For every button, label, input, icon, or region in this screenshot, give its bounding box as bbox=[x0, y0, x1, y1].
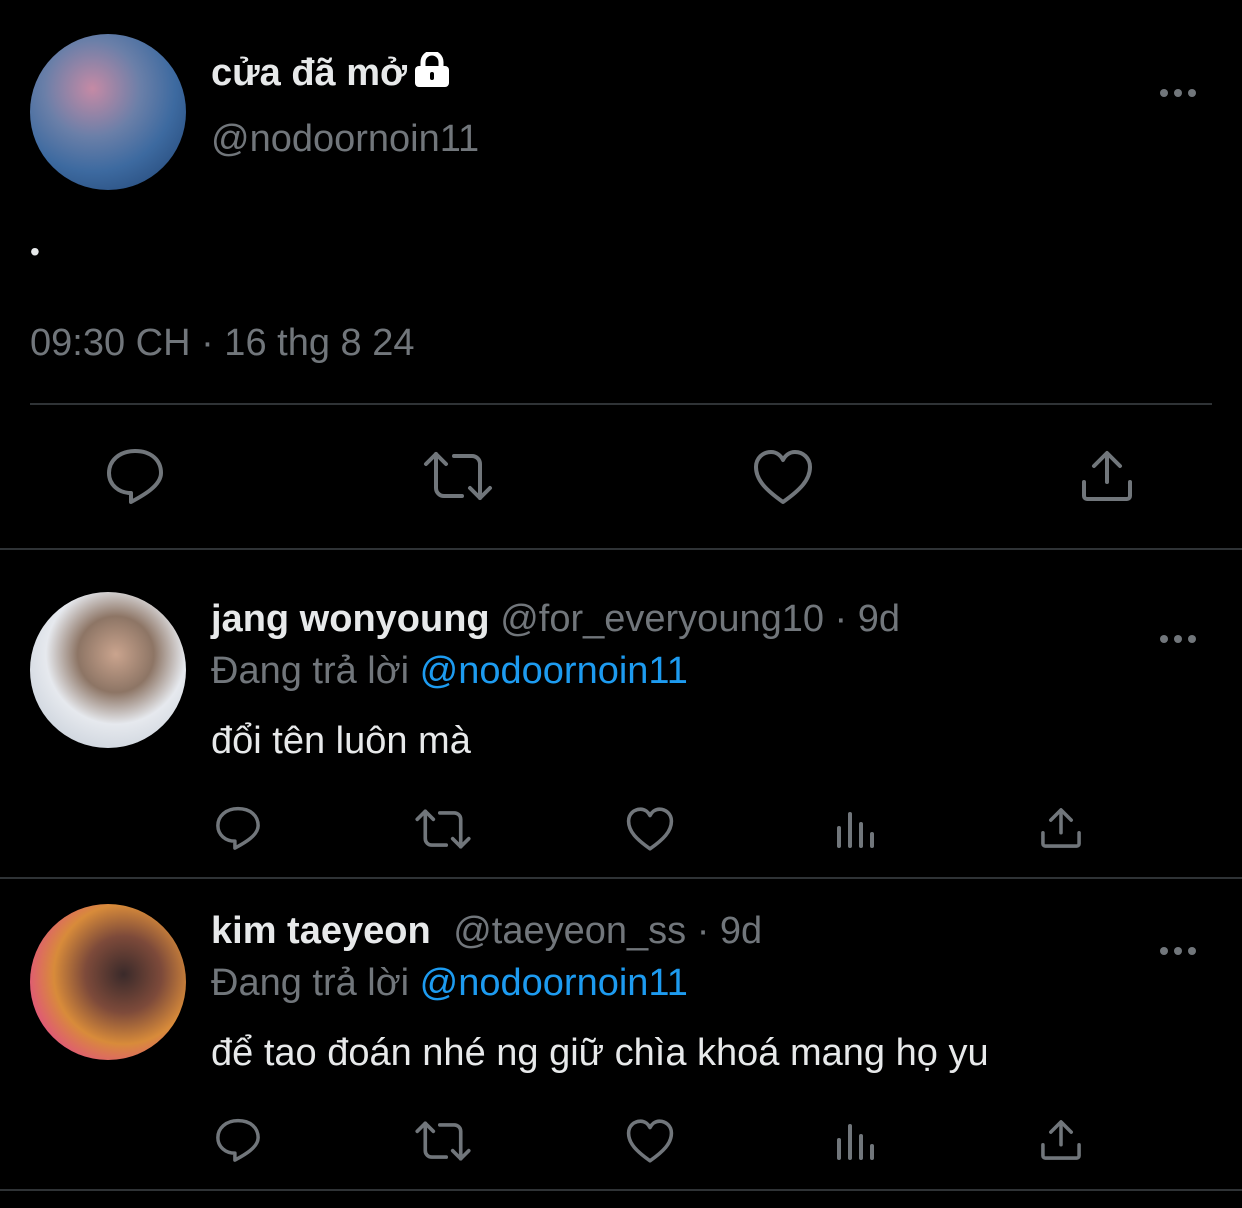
replying-to-mention[interactable]: @nodoornoin11 bbox=[420, 962, 688, 1004]
reply-display-name[interactable]: kim taeyeon bbox=[211, 910, 431, 952]
share-icon[interactable] bbox=[1038, 806, 1084, 850]
reply-header: kim taeyeon @taeyeon_ss · 9d bbox=[211, 910, 762, 953]
avatar[interactable] bbox=[30, 34, 186, 190]
reply-text: để tao đoán nhé ng giữ chìa khoá mang họ… bbox=[211, 1032, 989, 1074]
author-name-row[interactable]: cửa đã mở bbox=[211, 50, 451, 98]
reply-display-name[interactable]: jang wonyoung bbox=[211, 598, 490, 640]
divider bbox=[0, 877, 1242, 879]
like-icon[interactable] bbox=[752, 448, 814, 506]
retweet-icon[interactable] bbox=[422, 448, 494, 504]
divider bbox=[0, 1189, 1242, 1191]
more-options-icon[interactable] bbox=[1158, 66, 1198, 106]
author-handle[interactable]: @nodoornoin11 bbox=[211, 118, 479, 161]
replying-to-label: Đang trả lời bbox=[211, 962, 420, 1004]
views-icon[interactable] bbox=[834, 806, 878, 850]
divider bbox=[30, 403, 1212, 405]
reply-icon[interactable] bbox=[214, 804, 262, 852]
more-options-icon[interactable] bbox=[1158, 612, 1198, 652]
like-icon[interactable] bbox=[625, 1118, 675, 1164]
avatar[interactable] bbox=[30, 592, 186, 748]
reply-icon[interactable] bbox=[104, 446, 166, 506]
share-icon[interactable] bbox=[1038, 1118, 1084, 1162]
reply-icon[interactable] bbox=[214, 1116, 262, 1164]
divider bbox=[0, 548, 1242, 550]
retweet-icon[interactable] bbox=[414, 806, 472, 852]
replying-to: Đang trả lời @nodoornoin11 bbox=[211, 962, 688, 1005]
reply-handle[interactable]: @taeyeon_ss · 9d bbox=[453, 910, 762, 952]
replying-to: Đang trả lời @nodoornoin11 bbox=[211, 650, 688, 693]
avatar[interactable] bbox=[30, 904, 186, 1060]
replying-to-mention[interactable]: @nodoornoin11 bbox=[420, 650, 688, 692]
share-icon[interactable] bbox=[1078, 448, 1136, 504]
views-icon[interactable] bbox=[834, 1118, 878, 1162]
author-display-name: cửa đã mở bbox=[211, 52, 408, 94]
reply-text: đổi tên luôn mà bbox=[211, 720, 471, 762]
tweet-timestamp[interactable]: 09:30 CH · 16 thg 8 24 bbox=[30, 322, 414, 365]
retweet-icon[interactable] bbox=[414, 1118, 472, 1164]
lock-icon bbox=[413, 50, 451, 98]
reply-header: jang wonyoung @for_everyoung10 · 9d bbox=[211, 598, 900, 641]
replying-to-label: Đang trả lời bbox=[211, 650, 420, 692]
like-icon[interactable] bbox=[625, 806, 675, 852]
more-options-icon[interactable] bbox=[1158, 924, 1198, 964]
reply-handle[interactable]: @for_everyoung10 · 9d bbox=[500, 598, 900, 640]
tweet-text: • bbox=[30, 236, 40, 267]
